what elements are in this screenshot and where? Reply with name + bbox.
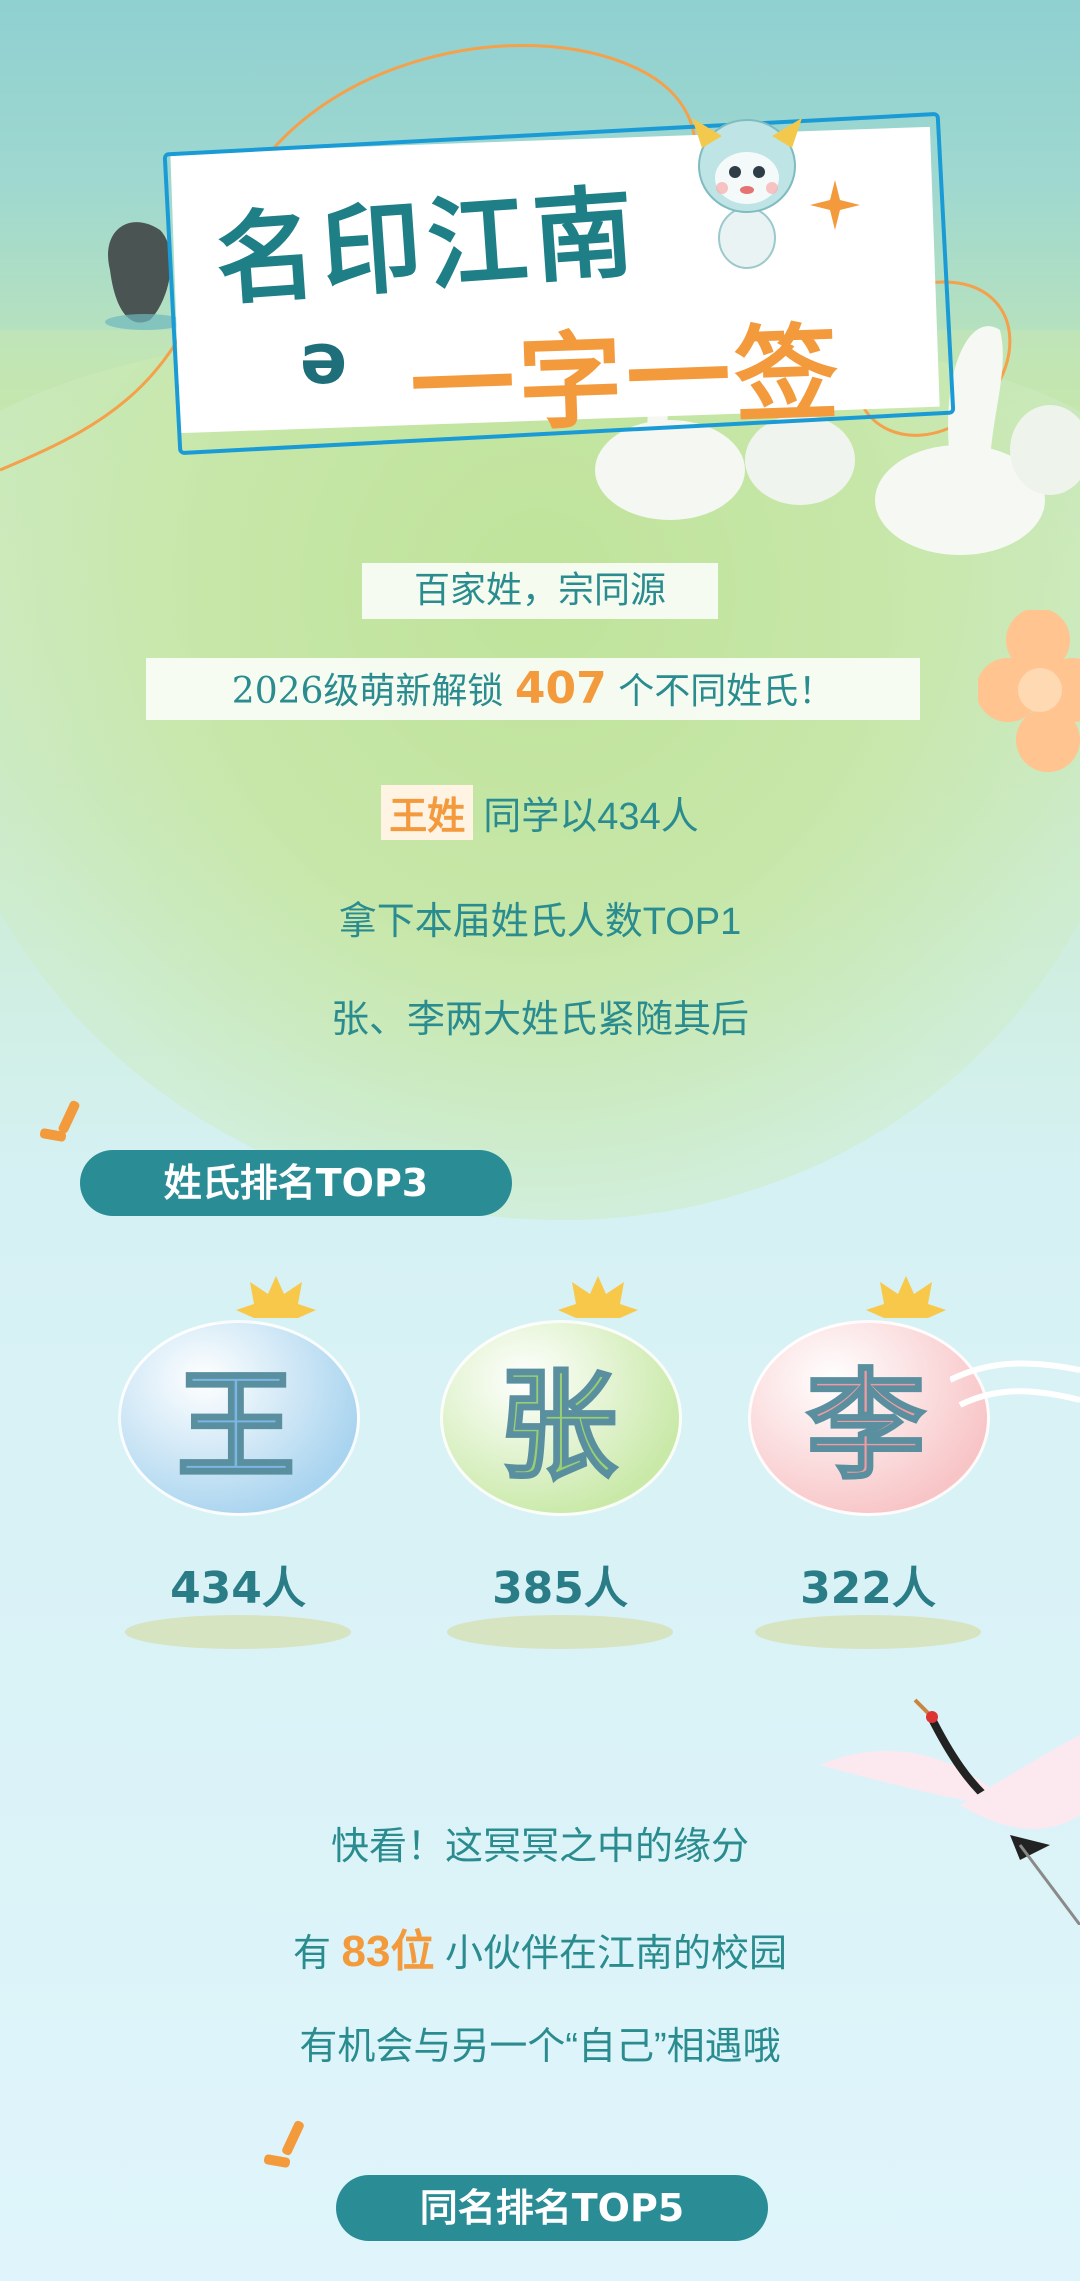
accent-tick-icon (263, 2120, 304, 2168)
summary-line3: 张、李两大姓氏紧随其后 (330, 999, 749, 1041)
fate-line2-prefix: 有 (292, 1933, 331, 1975)
top-surname-tag: 王姓 (381, 785, 474, 840)
surname-char: 张 (497, 1356, 618, 1497)
surname-char: 王 (175, 1356, 296, 1497)
sparkle-icon (810, 180, 860, 230)
surname-bubble: 王 (118, 1300, 360, 1516)
surname-count: 385人 (492, 1563, 628, 1614)
crane-illustration (820, 1698, 1080, 1925)
title-line2: 一字一签 (408, 311, 845, 449)
flower-icon (978, 610, 1080, 772)
subtitle: 百家姓，宗同源 (362, 563, 718, 619)
fate-line2-suffix: 小伙伴在江南的校园 (445, 1933, 788, 1975)
cloud-decoration (950, 1360, 1080, 1408)
summary-line1-text: 同学以434人 (483, 796, 699, 838)
summary-line1: 王姓 同学以434人 (0, 785, 1080, 840)
fate-line3: 有机会与另一个“自己”相遇哦 (299, 2026, 781, 2068)
surname-count: 322人 (800, 1563, 936, 1614)
surname-count: 434人 (170, 1563, 306, 1614)
curl-decoration: ə (300, 318, 348, 400)
surname-char: 李 (805, 1356, 926, 1497)
samename-rank-pill: 同名排名TOP5 (336, 2175, 768, 2241)
count-suffix: 个不同姓氏！ (618, 671, 835, 712)
same-name-count: 83位 (341, 1927, 435, 1976)
fate-line1: 快看！这冥冥之中的缘分 (330, 1826, 749, 1868)
surname-count-line: 2026级萌新解锁 407 个不同姓氏！ (146, 658, 920, 720)
count-prefix: 2026级萌新解锁 (231, 671, 504, 712)
surname-bubble: 张 (440, 1300, 682, 1516)
bubble-shadow (125, 1615, 351, 1649)
mascot-icon (692, 118, 802, 269)
bubble-shadow (447, 1615, 673, 1649)
bubble-shadow (755, 1615, 981, 1649)
summary-line2: 拿下本届姓氏人数TOP1 (338, 901, 742, 943)
accent-tick-icon (40, 1100, 80, 1142)
count-number: 407 (514, 663, 607, 714)
surname-rank-pill: 姓氏排名TOP3 (80, 1150, 512, 1216)
poster-page: 名印江南 ə 一字一签 百家姓，宗同源 2026级萌新解锁 407 个不同姓氏！… (0, 0, 1080, 2281)
fate-line2: 有 83位 小伙伴在江南的校园 (0, 1915, 1080, 1979)
